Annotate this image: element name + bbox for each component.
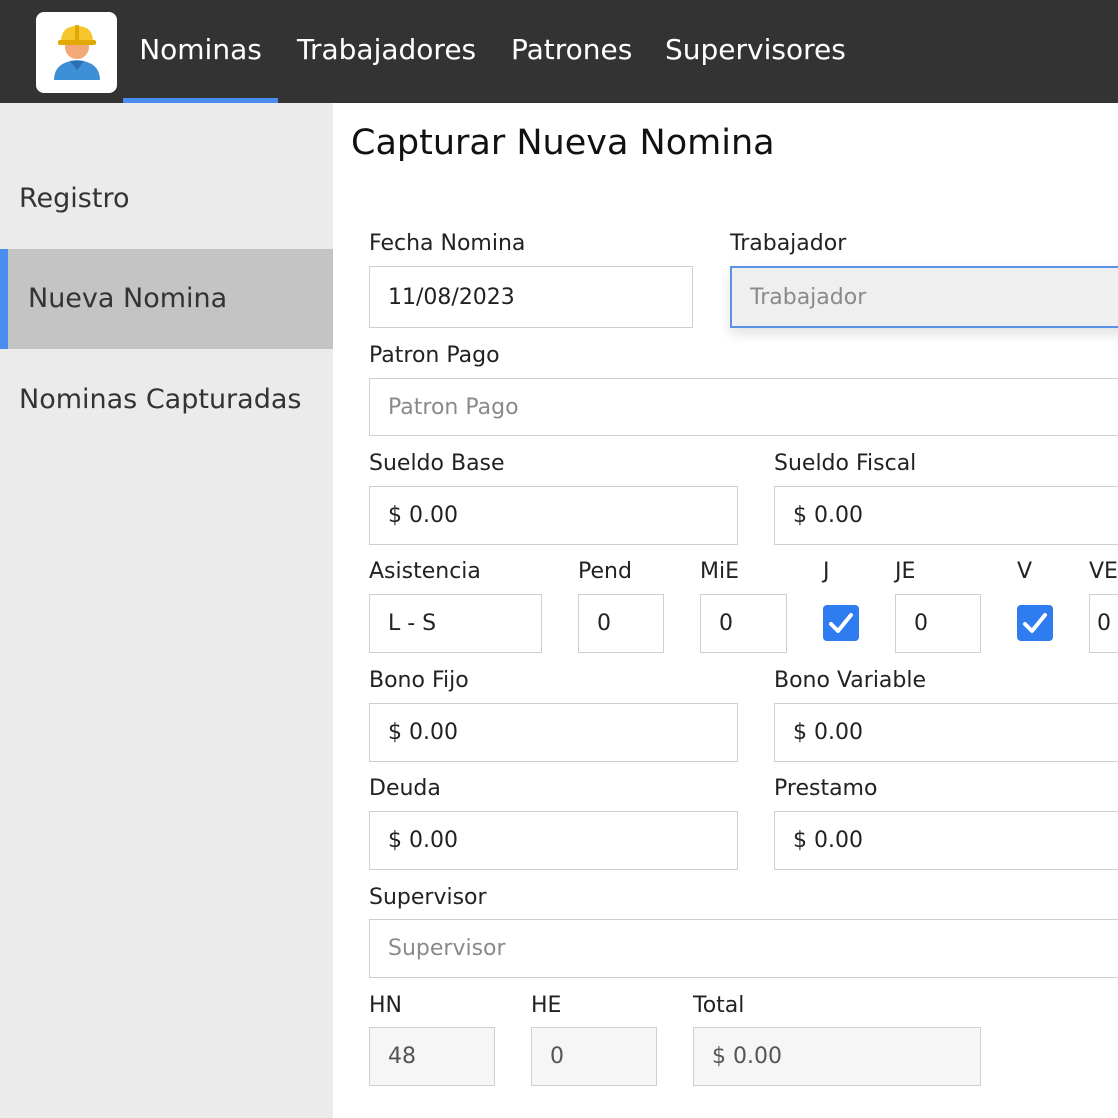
asistencia-label: Asistencia (369, 559, 481, 584)
sueldo-fiscal-input[interactable] (774, 486, 1118, 545)
sueldo-base-input[interactable] (369, 486, 738, 545)
tab-trabajadores[interactable]: Trabajadores (297, 0, 476, 103)
main-content: Capturar Nueva Nomina Fecha Nomina Traba… (333, 103, 1118, 1118)
sidebar-item-registro[interactable]: Registro (0, 149, 333, 249)
tab-supervisores[interactable]: Supervisores (665, 0, 846, 103)
total-input[interactable] (693, 1027, 981, 1086)
bono-fijo-input[interactable] (369, 703, 738, 762)
fecha-nomina-input[interactable] (369, 266, 693, 328)
sidebar-item-nueva-nomina[interactable]: Nueva Nomina (0, 249, 333, 349)
page-title: Capturar Nueva Nomina (351, 123, 775, 163)
deuda-label: Deuda (369, 776, 441, 801)
v-checkbox[interactable] (1017, 605, 1053, 641)
bono-variable-input[interactable] (774, 703, 1118, 762)
prestamo-label: Prestamo (774, 776, 878, 801)
mie-input[interactable] (700, 594, 787, 653)
total-label: Total (693, 993, 745, 1018)
sueldo-fiscal-label: Sueldo Fiscal (774, 451, 917, 476)
prestamo-input[interactable] (774, 811, 1118, 870)
sidebar-item-nominas-capturadas[interactable]: Nominas Capturadas (0, 350, 333, 450)
asistencia-input[interactable] (369, 594, 542, 653)
j-checkbox[interactable] (823, 605, 859, 641)
v-label: V (1017, 559, 1033, 584)
supervisor-label: Supervisor (369, 885, 487, 910)
construction-worker-icon (54, 25, 100, 80)
he-input[interactable] (531, 1027, 657, 1086)
bono-variable-label: Bono Variable (774, 668, 927, 693)
deuda-input[interactable] (369, 811, 738, 870)
he-label: HE (531, 993, 562, 1018)
trabajador-input[interactable] (730, 266, 1118, 328)
ve-label: VE (1089, 559, 1118, 584)
top-navbar: Nominas Trabajadores Patrones Supervisor… (0, 0, 1118, 103)
mie-label: MiE (700, 559, 739, 584)
hn-input[interactable] (369, 1027, 495, 1086)
je-input[interactable] (895, 594, 981, 653)
checkmark-icon (1023, 613, 1047, 633)
hn-label: HN (369, 993, 402, 1018)
app-logo[interactable] (36, 12, 117, 93)
supervisor-input[interactable] (369, 919, 1118, 978)
tab-nominas[interactable]: Nominas (123, 0, 278, 103)
patron-pago-input[interactable] (369, 378, 1118, 436)
pend-label: Pend (578, 559, 632, 584)
trabajador-label: Trabajador (730, 231, 847, 256)
j-label: J (823, 559, 830, 584)
checkmark-icon (829, 613, 853, 633)
sueldo-base-label: Sueldo Base (369, 451, 505, 476)
sidebar: Registro Nueva Nomina Nominas Capturadas (0, 103, 333, 1118)
tab-patrones[interactable]: Patrones (511, 0, 632, 103)
je-label: JE (895, 559, 916, 584)
ve-input[interactable] (1089, 594, 1118, 653)
pend-input[interactable] (578, 594, 664, 653)
bono-fijo-label: Bono Fijo (369, 668, 469, 693)
fecha-nomina-label: Fecha Nomina (369, 231, 526, 256)
patron-pago-label: Patron Pago (369, 343, 500, 368)
